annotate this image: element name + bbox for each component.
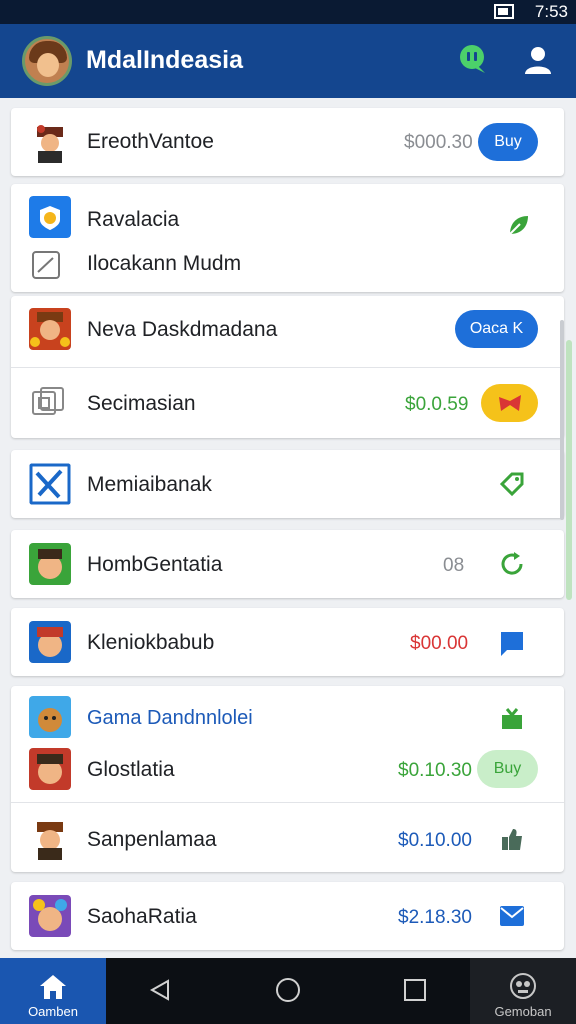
item-label: SaohaRatia (87, 905, 197, 928)
game-list: EreothVantoe $000.30 Buy Ravalacia Iloca… (0, 98, 576, 958)
buy-button[interactable]: Buy (478, 123, 538, 161)
item-label: HombGentatia (87, 553, 223, 576)
item-label: Neva Daskdmadana (87, 318, 278, 341)
item-label: Ilocakann Mudm (87, 252, 242, 275)
item-label: Gama Dandnnlolei (87, 707, 253, 729)
item-label: Sanpenlamaa (87, 828, 217, 851)
thumbs-up-icon[interactable] (499, 826, 525, 852)
tab-games[interactable]: Gemoban (470, 958, 576, 1024)
mail-icon[interactable] (499, 905, 525, 927)
tag-icon[interactable] (498, 470, 526, 498)
item-price: $000.30 (404, 132, 473, 153)
list-item[interactable]: Neva Daskdmadana Oaca K Secimasian $0.0.… (11, 296, 564, 438)
scroll-indicator (566, 340, 572, 600)
battery-icon (494, 4, 514, 19)
list-item[interactable]: Gama Dandnnlolei Glostlatia $0.10.30 Buy… (11, 686, 564, 872)
gift-icon[interactable] (499, 706, 525, 732)
item-label: Ravalacia (87, 208, 180, 231)
item-label: EreothVantoe (87, 130, 214, 153)
item-icon (31, 386, 65, 420)
flag-button[interactable] (481, 384, 538, 422)
home-icon (40, 975, 66, 999)
tab-games-label: Gemoban (494, 1004, 552, 1019)
message-icon[interactable] (499, 630, 525, 656)
tab-home-label: Oamben (28, 1004, 78, 1019)
item-thumbnail (29, 196, 71, 238)
list-item[interactable]: SaohaRatia $2.18.30 (11, 882, 564, 950)
list-item[interactable]: HombGentatia 08 (11, 530, 564, 598)
bottom-nav: Oamben Gemoban (0, 958, 576, 1024)
leaf-icon[interactable] (506, 212, 532, 238)
refresh-icon[interactable] (498, 550, 526, 578)
item-thumbnail (29, 121, 71, 163)
item-label: Glostlatia (87, 758, 175, 781)
recents-icon[interactable] (403, 978, 427, 1002)
user-icon[interactable] (522, 44, 554, 76)
tab-home[interactable]: Oamben (0, 958, 106, 1024)
avatar[interactable] (22, 36, 72, 86)
home-button-icon[interactable] (275, 977, 301, 1003)
gamepad-icon (510, 973, 536, 999)
item-thumbnail (29, 621, 71, 663)
item-label: Memiaibanak (87, 473, 212, 496)
item-price: 08 (443, 555, 465, 576)
item-thumbnail (29, 696, 71, 738)
list-item[interactable]: Kleniokbabub $00.00 (11, 608, 564, 676)
scrollbar[interactable] (560, 320, 564, 520)
item-price: $2.18.30 (398, 907, 472, 928)
item-thumbnail (29, 543, 71, 585)
item-thumbnail (29, 308, 71, 350)
back-icon[interactable] (148, 978, 172, 1002)
item-thumbnail (29, 818, 71, 860)
item-label: Secimasian (87, 392, 196, 415)
status-time: 7:53 (534, 2, 568, 21)
list-item[interactable]: Memiaibanak (11, 450, 564, 518)
list-item[interactable]: Ravalacia Ilocakann Mudm (11, 184, 564, 292)
item-price: $0.10.00 (398, 830, 472, 851)
item-price: $0.0.59 (405, 394, 469, 415)
status-bar: 7:53 (0, 0, 576, 24)
flag-icon (498, 395, 521, 411)
item-label: Kleniokbabub (87, 631, 215, 654)
item-price: $0.10.30 (398, 760, 472, 781)
app-title: MdalIndeasia (86, 46, 243, 74)
item-thumbnail (29, 463, 71, 505)
buy-button[interactable]: Buy (477, 750, 538, 788)
item-price: $00.00 (410, 633, 469, 654)
app-bar: MdalIndeasia (0, 24, 576, 98)
action-button[interactable]: Oaca K (455, 310, 538, 348)
chat-icon[interactable] (458, 44, 488, 74)
item-thumbnail (29, 748, 71, 790)
chart-icon (31, 250, 61, 280)
list-item[interactable]: EreothVantoe $000.30 Buy (11, 108, 564, 176)
item-thumbnail (29, 895, 71, 937)
